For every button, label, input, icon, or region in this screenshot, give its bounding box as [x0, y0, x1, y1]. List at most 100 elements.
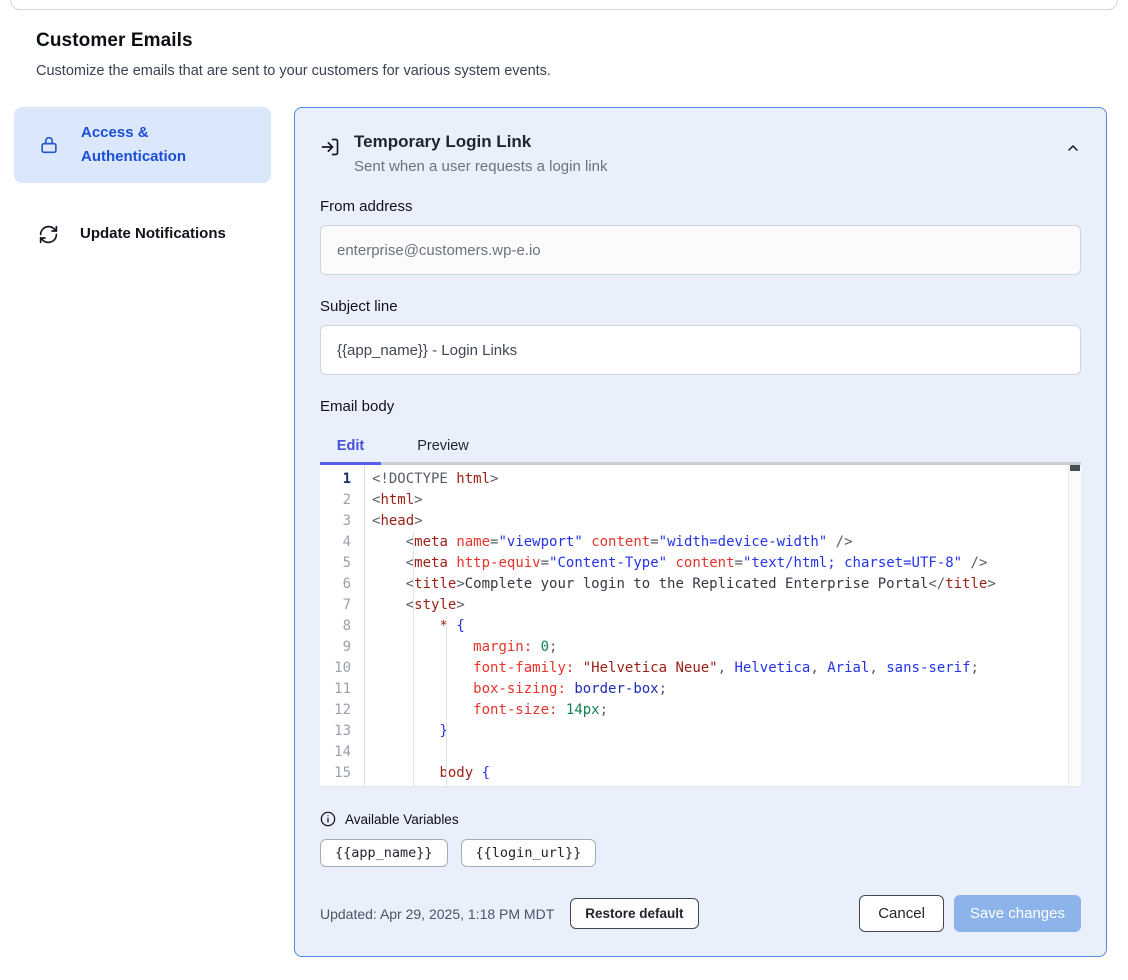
- code-token: ;: [659, 681, 667, 697]
- code-line[interactable]: * {: [372, 616, 1067, 637]
- code-token: [583, 534, 591, 550]
- sidebar-item-access-authentication[interactable]: Access & Authentication: [14, 107, 271, 183]
- tab-edit[interactable]: Edit: [320, 429, 381, 465]
- scrollbar-thumb[interactable]: [1070, 465, 1080, 471]
- indent-guide: [446, 763, 447, 784]
- code-token: "Helvetica Neue": [583, 660, 718, 676]
- indent-guide: [413, 721, 414, 742]
- code-token: html: [456, 471, 490, 487]
- code-token: ;: [600, 702, 608, 718]
- editor-gutter: 12345678910111213141516: [320, 465, 365, 786]
- variable-chip-app-name[interactable]: {{app_name}}: [320, 839, 448, 867]
- code-token: meta: [414, 555, 448, 571]
- code-token: [372, 618, 439, 634]
- previous-card-bottom-edge: [10, 0, 1118, 10]
- code-line[interactable]: <meta name="viewport" content="width=dev…: [372, 532, 1067, 553]
- indent-guide: [446, 616, 447, 637]
- restore-default-button[interactable]: Restore default: [570, 898, 698, 929]
- available-variables-header: Available Variables: [320, 811, 1081, 827]
- email-body-label: Email body: [320, 398, 1081, 415]
- indent-guide: [446, 742, 447, 763]
- code-token: >: [414, 492, 422, 508]
- code-token: font-family:: [473, 660, 574, 676]
- code-line[interactable]: [372, 742, 1067, 763]
- indent-guide: [413, 637, 414, 658]
- indent-guide: [413, 784, 414, 786]
- login-icon: [320, 137, 340, 157]
- indent-guide: [413, 553, 414, 574]
- page-subtitle: Customize the emails that are sent to yo…: [36, 63, 1128, 79]
- from-address-input[interactable]: [320, 225, 1081, 275]
- code-token: "viewport": [498, 534, 582, 550]
- subject-line-input[interactable]: [320, 325, 1081, 375]
- code-token: ,: [810, 660, 818, 676]
- code-token: </: [928, 576, 945, 592]
- line-number: 12: [320, 700, 351, 721]
- code-token: title: [945, 576, 987, 592]
- sidebar-item-label: Update Notifications: [80, 222, 226, 246]
- code-token: [372, 576, 406, 592]
- panel-footer: Updated: Apr 29, 2025, 1:18 PM MDT Resto…: [320, 895, 1081, 932]
- indent-guide: [413, 532, 414, 553]
- code-token: html: [380, 492, 414, 508]
- code-token: [557, 702, 565, 718]
- code-line[interactable]: box-sizing: border-box;: [372, 679, 1067, 700]
- line-number: 5: [320, 553, 351, 574]
- chevron-up-icon[interactable]: [1065, 140, 1081, 156]
- editor-vertical-scrollbar[interactable]: [1068, 465, 1081, 786]
- code-token: [827, 534, 835, 550]
- line-number: 16: [320, 784, 351, 787]
- indent-guide: [413, 700, 414, 721]
- code-line[interactable]: margin: 0;: [372, 637, 1067, 658]
- variable-chip-login-url[interactable]: {{login_url}}: [461, 839, 597, 867]
- code-token: =: [735, 555, 743, 571]
- code-token: >: [456, 576, 464, 592]
- code-token: [962, 555, 970, 571]
- page-title: Customer Emails: [36, 30, 1128, 52]
- indent-guide: [413, 679, 414, 700]
- code-line[interactable]: font-family: "Helvetica Neue", Helvetica…: [372, 658, 1067, 679]
- code-token: content: [591, 534, 650, 550]
- tab-preview[interactable]: Preview: [402, 429, 484, 465]
- sidebar-item-update-notifications[interactable]: Update Notifications: [14, 208, 271, 260]
- indent-guide: [446, 658, 447, 679]
- code-line[interactable]: <head>: [372, 511, 1067, 532]
- indent-guide: [413, 658, 414, 679]
- code-line[interactable]: }: [372, 721, 1067, 742]
- code-token: title: [414, 576, 456, 592]
- code-token: "text/html; charset=UTF-8": [743, 555, 962, 571]
- code-token: />: [971, 555, 988, 571]
- code-token: [372, 765, 439, 781]
- code-token: font-size:: [473, 702, 557, 718]
- save-changes-button[interactable]: Save changes: [954, 895, 1081, 932]
- code-line[interactable]: <meta http-equiv="Content-Type" content=…: [372, 553, 1067, 574]
- cancel-button[interactable]: Cancel: [859, 895, 944, 932]
- code-token: [878, 660, 886, 676]
- line-number: 11: [320, 679, 351, 700]
- code-line[interactable]: <title>Complete your login to the Replic…: [372, 574, 1067, 595]
- line-number: 4: [320, 532, 351, 553]
- code-line[interactable]: background-color: #f9f9f9;: [372, 784, 1067, 786]
- code-line[interactable]: <!DOCTYPE html>: [372, 469, 1067, 490]
- code-token: [372, 534, 406, 550]
- code-line[interactable]: body {: [372, 763, 1067, 784]
- code-token: [532, 639, 540, 655]
- indent-guide: [413, 763, 414, 784]
- panel-header-text: Temporary Login Link Sent when a user re…: [354, 132, 607, 175]
- code-token: [574, 660, 582, 676]
- code-token: [372, 681, 473, 697]
- customer-emails-page: Customer Emails Customize the emails tha…: [0, 0, 1128, 980]
- editor-code[interactable]: <!DOCTYPE html><html><head> <meta name="…: [365, 465, 1081, 786]
- email-body-code-editor[interactable]: 12345678910111213141516 <!DOCTYPE html><…: [320, 465, 1081, 787]
- indent-guide: [413, 616, 414, 637]
- code-token: border-box: [574, 681, 658, 697]
- code-line[interactable]: <html>: [372, 490, 1067, 511]
- code-token: content: [676, 555, 735, 571]
- code-token: "Content-Type": [549, 555, 667, 571]
- code-line[interactable]: <style>: [372, 595, 1067, 616]
- code-token: ;: [971, 660, 979, 676]
- from-address-label: From address: [320, 198, 1081, 215]
- indent-guide: [413, 742, 414, 763]
- indent-guide: [446, 637, 447, 658]
- code-line[interactable]: font-size: 14px;: [372, 700, 1067, 721]
